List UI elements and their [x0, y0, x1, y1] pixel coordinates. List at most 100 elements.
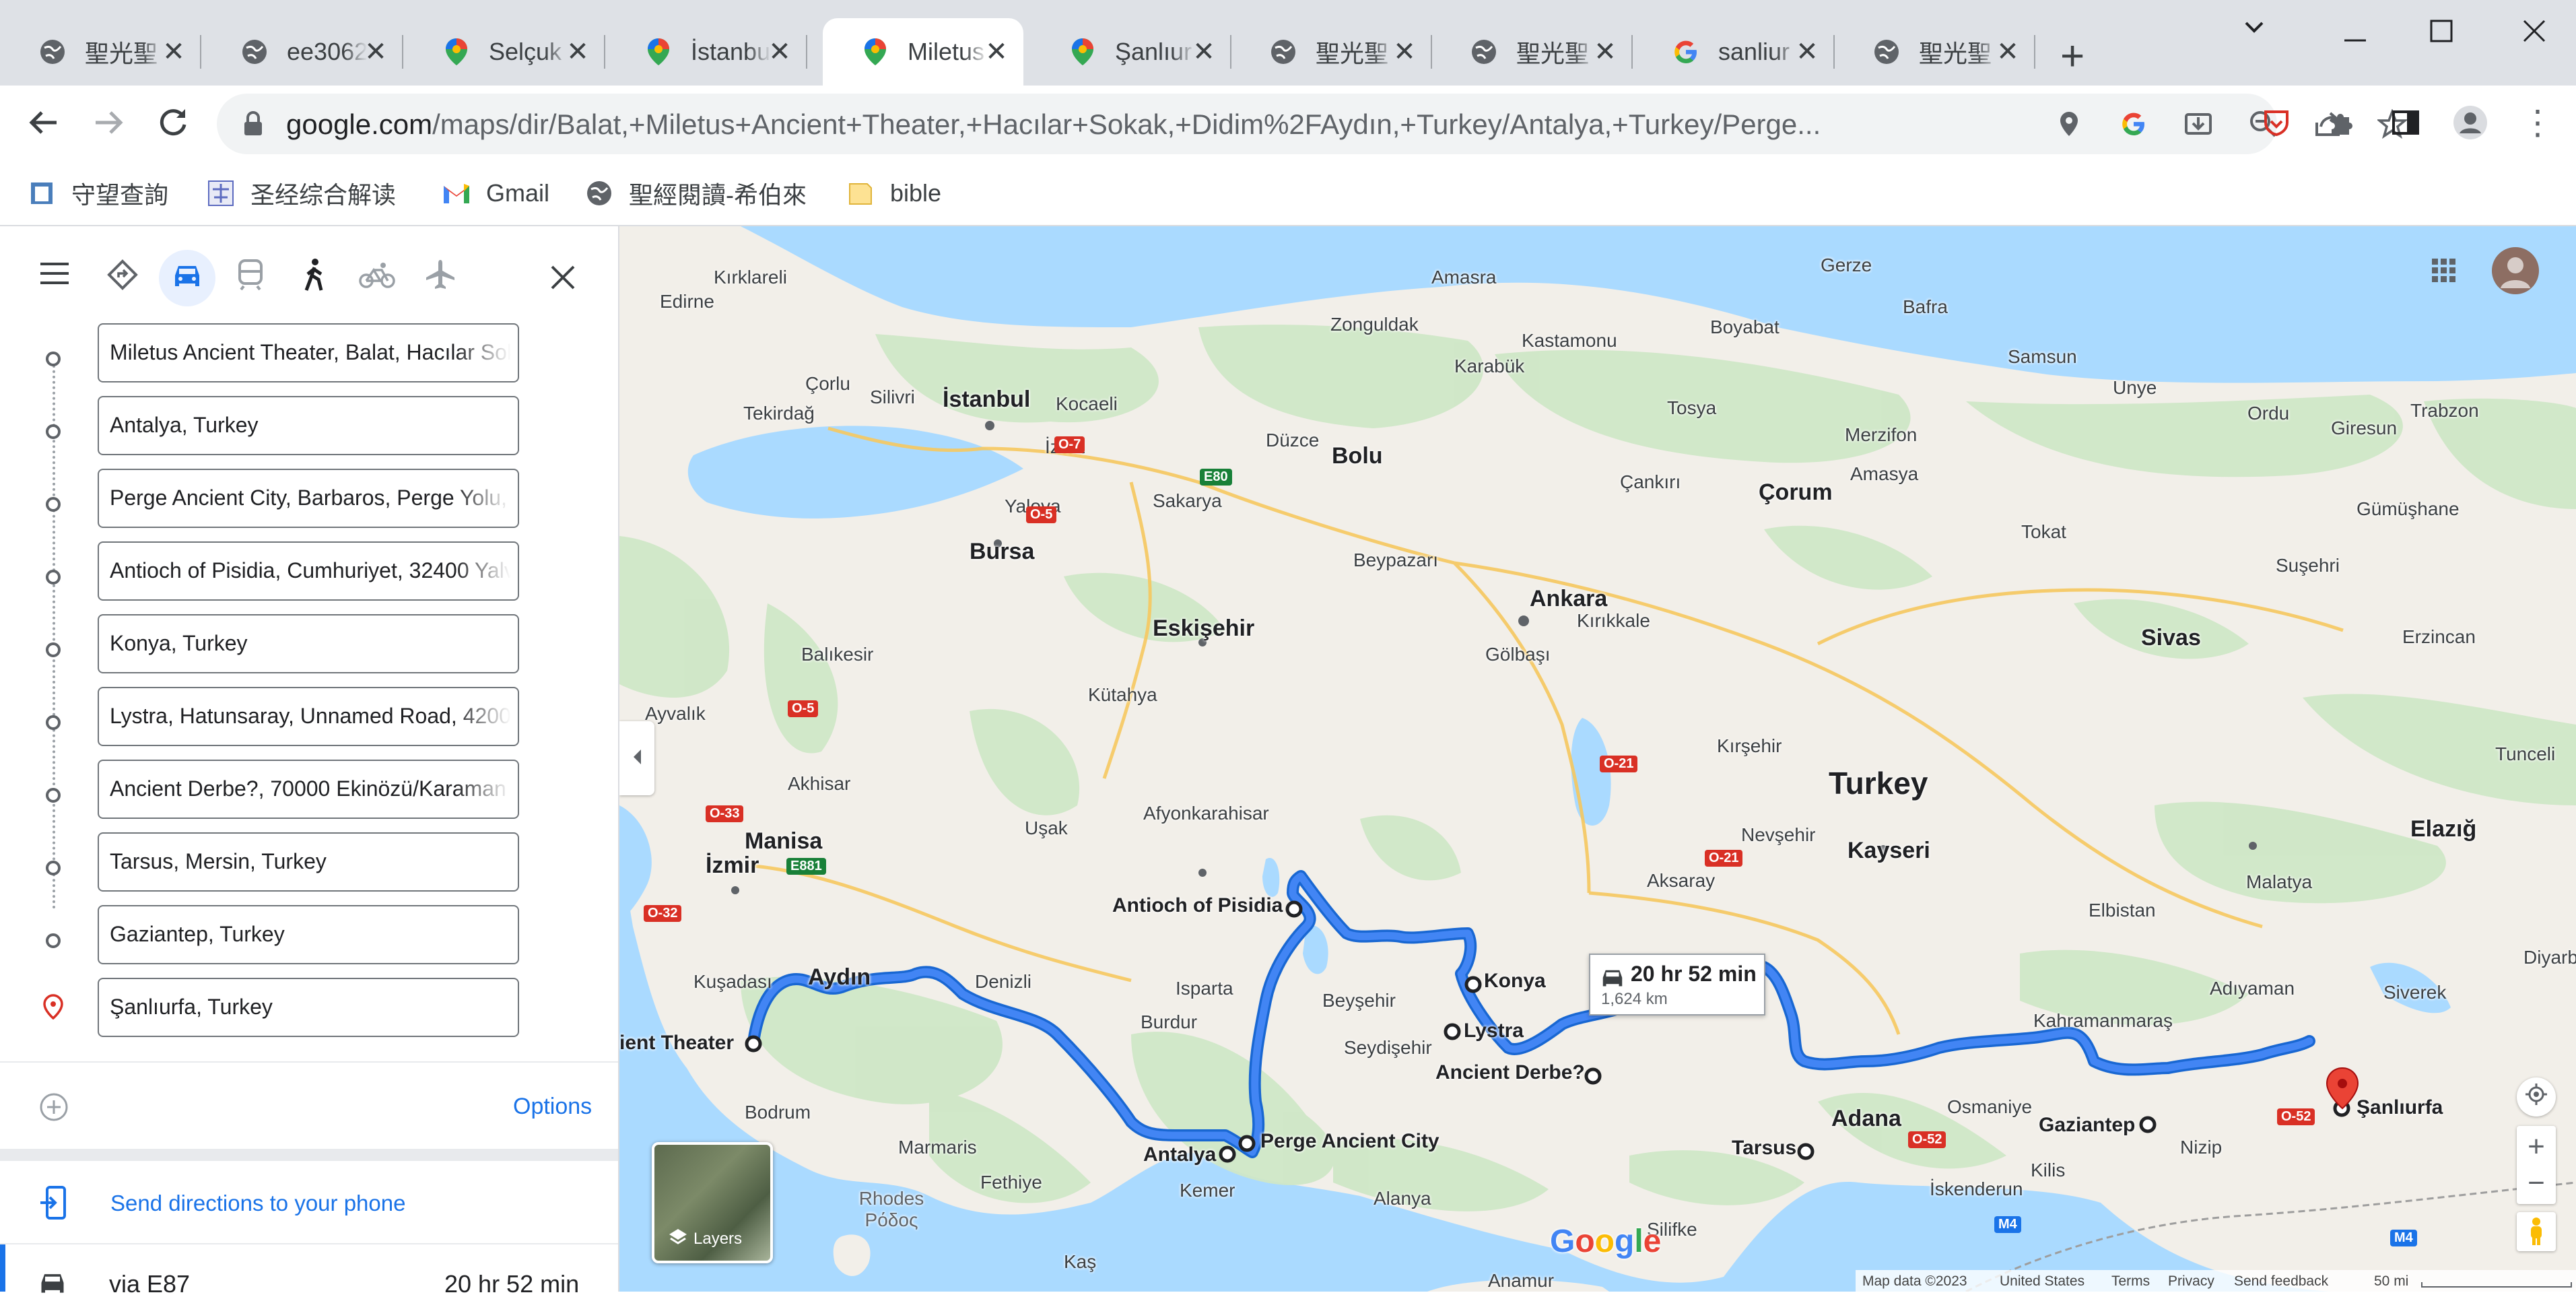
country-label: Turkey: [1829, 766, 1928, 801]
close-icon[interactable]: ✕: [982, 36, 1011, 67]
google-translate-icon[interactable]: [2114, 104, 2153, 143]
profile-avatar-icon[interactable]: [2451, 103, 2490, 142]
extension-shield-icon[interactable]: [2257, 103, 2296, 142]
close-icon[interactable]: ✕: [1390, 36, 1419, 67]
side-panel-icon[interactable]: [2386, 103, 2425, 142]
bookmark-item[interactable]: bible: [846, 176, 941, 211]
route-via: via E87: [109, 1270, 191, 1298]
hamburger-menu-icon[interactable]: [39, 261, 70, 289]
close-icon[interactable]: ✕: [1792, 36, 1822, 67]
minimize-icon[interactable]: [2343, 26, 2367, 58]
travel-mode-transit[interactable]: [222, 250, 279, 306]
tab[interactable]: 聖光聖 ✕: [0, 18, 201, 86]
travel-mode-flights[interactable]: [412, 250, 469, 306]
send-to-phone-icon[interactable]: [39, 1186, 67, 1223]
tab[interactable]: Selçuk ✕: [404, 18, 605, 86]
address-bar[interactable]: google.com/maps/dir/Balat,+Miletus+Ancie…: [217, 94, 2407, 154]
terms-link[interactable]: Terms: [2111, 1273, 2150, 1290]
tab[interactable]: 聖光聖 ✕: [1231, 18, 1432, 86]
lock-icon[interactable]: [242, 111, 264, 140]
road-shield: O-32: [644, 905, 682, 922]
tab[interactable]: İstanbu ✕: [606, 18, 807, 86]
travel-mode-driving[interactable]: [159, 250, 215, 306]
bookmark-item[interactable]: 圣经综合解读: [206, 176, 396, 211]
stop-input-5[interactable]: Konya, Turkey: [98, 614, 519, 673]
city-label: Düzce: [1266, 430, 1320, 451]
bookmark-label: 圣经综合解读: [250, 181, 397, 209]
close-icon[interactable]: ✕: [1993, 36, 2023, 67]
add-destination-icon[interactable]: [39, 1092, 69, 1125]
reload-icon[interactable]: [156, 106, 190, 145]
close-directions-icon[interactable]: [549, 264, 576, 294]
extensions-puzzle-icon[interactable]: [2321, 103, 2361, 142]
close-icon[interactable]: ✕: [159, 36, 189, 67]
close-icon[interactable]: ✕: [361, 36, 391, 67]
apps-grid-icon[interactable]: [2431, 257, 2458, 288]
stop-input-10[interactable]: Şanlıurfa, Turkey: [98, 978, 519, 1037]
close-icon[interactable]: ✕: [765, 36, 794, 67]
stop-input-1[interactable]: Miletus Ancient Theater, Balat, Hacılar …: [98, 323, 519, 382]
install-app-icon[interactable]: [2179, 104, 2218, 143]
city-label: Adana: [1831, 1106, 1901, 1131]
car-icon: [171, 260, 203, 296]
city-label: Kocaeli: [1056, 393, 1118, 414]
stop-input-2[interactable]: Antalya, Turkey: [98, 396, 519, 455]
window-close-icon[interactable]: [2522, 18, 2546, 50]
my-location-button[interactable]: [2517, 1077, 2556, 1117]
directions-panel: Miletus Ancient Theater, Balat, Hacılar …: [0, 226, 619, 1298]
tab-search-chevron-icon[interactable]: [2242, 13, 2266, 46]
city-label: İzmir: [706, 853, 759, 878]
layers-icon: [668, 1227, 688, 1251]
tab[interactable]: sanliur ✕: [1633, 18, 1835, 86]
stop-input-8[interactable]: Tarsus, Mersin, Turkey: [98, 832, 519, 892]
city-label: Fethiye: [980, 1172, 1042, 1193]
city-label: Tekirdağ: [743, 403, 815, 424]
travel-mode-cycling[interactable]: [349, 250, 405, 306]
city-label: Ankara: [1530, 586, 1608, 611]
close-icon[interactable]: ✕: [1189, 36, 1219, 67]
privacy-link[interactable]: Privacy: [2168, 1273, 2214, 1290]
region-link[interactable]: United States: [2000, 1273, 2084, 1290]
tab[interactable]: 聖光聖 ✕: [1431, 18, 1633, 86]
stop-input-3[interactable]: Perge Ancient City, Barbaros, Perge Yolu…: [98, 469, 519, 528]
city-label: Kastamonu: [1522, 330, 1617, 351]
close-icon[interactable]: ✕: [563, 36, 592, 67]
send-feedback-link[interactable]: Send feedback: [2234, 1273, 2328, 1290]
zoom-in-icon[interactable]: +: [2528, 1129, 2545, 1165]
send-directions-link[interactable]: Send directions to your phone: [110, 1191, 405, 1216]
street-view-pegman-icon[interactable]: [2517, 1212, 2556, 1251]
maps-pin-icon: [443, 38, 470, 65]
bookmark-item[interactable]: 聖經閱讀-希伯來: [584, 176, 807, 211]
bookmark-item[interactable]: Gmail: [442, 176, 549, 211]
close-icon[interactable]: ✕: [1590, 36, 1620, 67]
new-tab-plus-icon[interactable]: +: [2060, 32, 2084, 80]
stop-input-4[interactable]: Antioch of Pisidia, Cumhuriyet, 32400 Ya…: [98, 541, 519, 601]
forward-arrow-icon[interactable]: [92, 106, 125, 145]
tab[interactable]: 聖光聖 ✕: [1834, 18, 2035, 86]
layers-button[interactable]: Layers: [652, 1142, 773, 1263]
bookmark-item[interactable]: 守望查詢: [27, 176, 168, 211]
map-canvas[interactable]: Kırklareli Edirne Zonguldak Kastamonu Ba…: [619, 226, 2576, 1292]
tab[interactable]: ee3062 ✕: [202, 18, 403, 86]
menu-kebab-icon[interactable]: ⋮: [2518, 103, 2557, 142]
stop-input-9[interactable]: Gaziantep, Turkey: [98, 905, 519, 964]
zoom-out-icon[interactable]: −: [2528, 1165, 2545, 1201]
location-pin-icon[interactable]: [2049, 104, 2089, 143]
account-avatar[interactable]: [2491, 246, 2540, 298]
travel-mode-best-route[interactable]: [94, 250, 151, 306]
city-label: Suşehri: [2276, 555, 2340, 576]
maximize-icon[interactable]: [2429, 18, 2453, 50]
travel-mode-walking[interactable]: [285, 250, 342, 306]
collapse-panel-button[interactable]: [619, 721, 654, 795]
options-link[interactable]: Options: [513, 1094, 592, 1120]
stop-input-6[interactable]: Lystra, Hatunsaray, Unnamed Road, 42000: [98, 687, 519, 746]
route-info-card[interactable]: 20 hr 52 min 1,624 km: [1589, 954, 1765, 1015]
route-option[interactable]: via E87 20 hr 52 min: [0, 1244, 618, 1298]
back-arrow-icon[interactable]: [27, 106, 61, 145]
tab[interactable]: Şanlıur ✕: [1030, 18, 1231, 86]
tab-active[interactable]: Miletus ✕: [823, 18, 1023, 86]
bookmark-label: 守望查詢: [71, 181, 169, 209]
car-icon: [1600, 966, 1625, 992]
scale-label[interactable]: 50 mi: [2374, 1273, 2408, 1290]
stop-input-7[interactable]: Ancient Derbe?, 70000 Ekinözü/Karaman: [98, 760, 519, 819]
